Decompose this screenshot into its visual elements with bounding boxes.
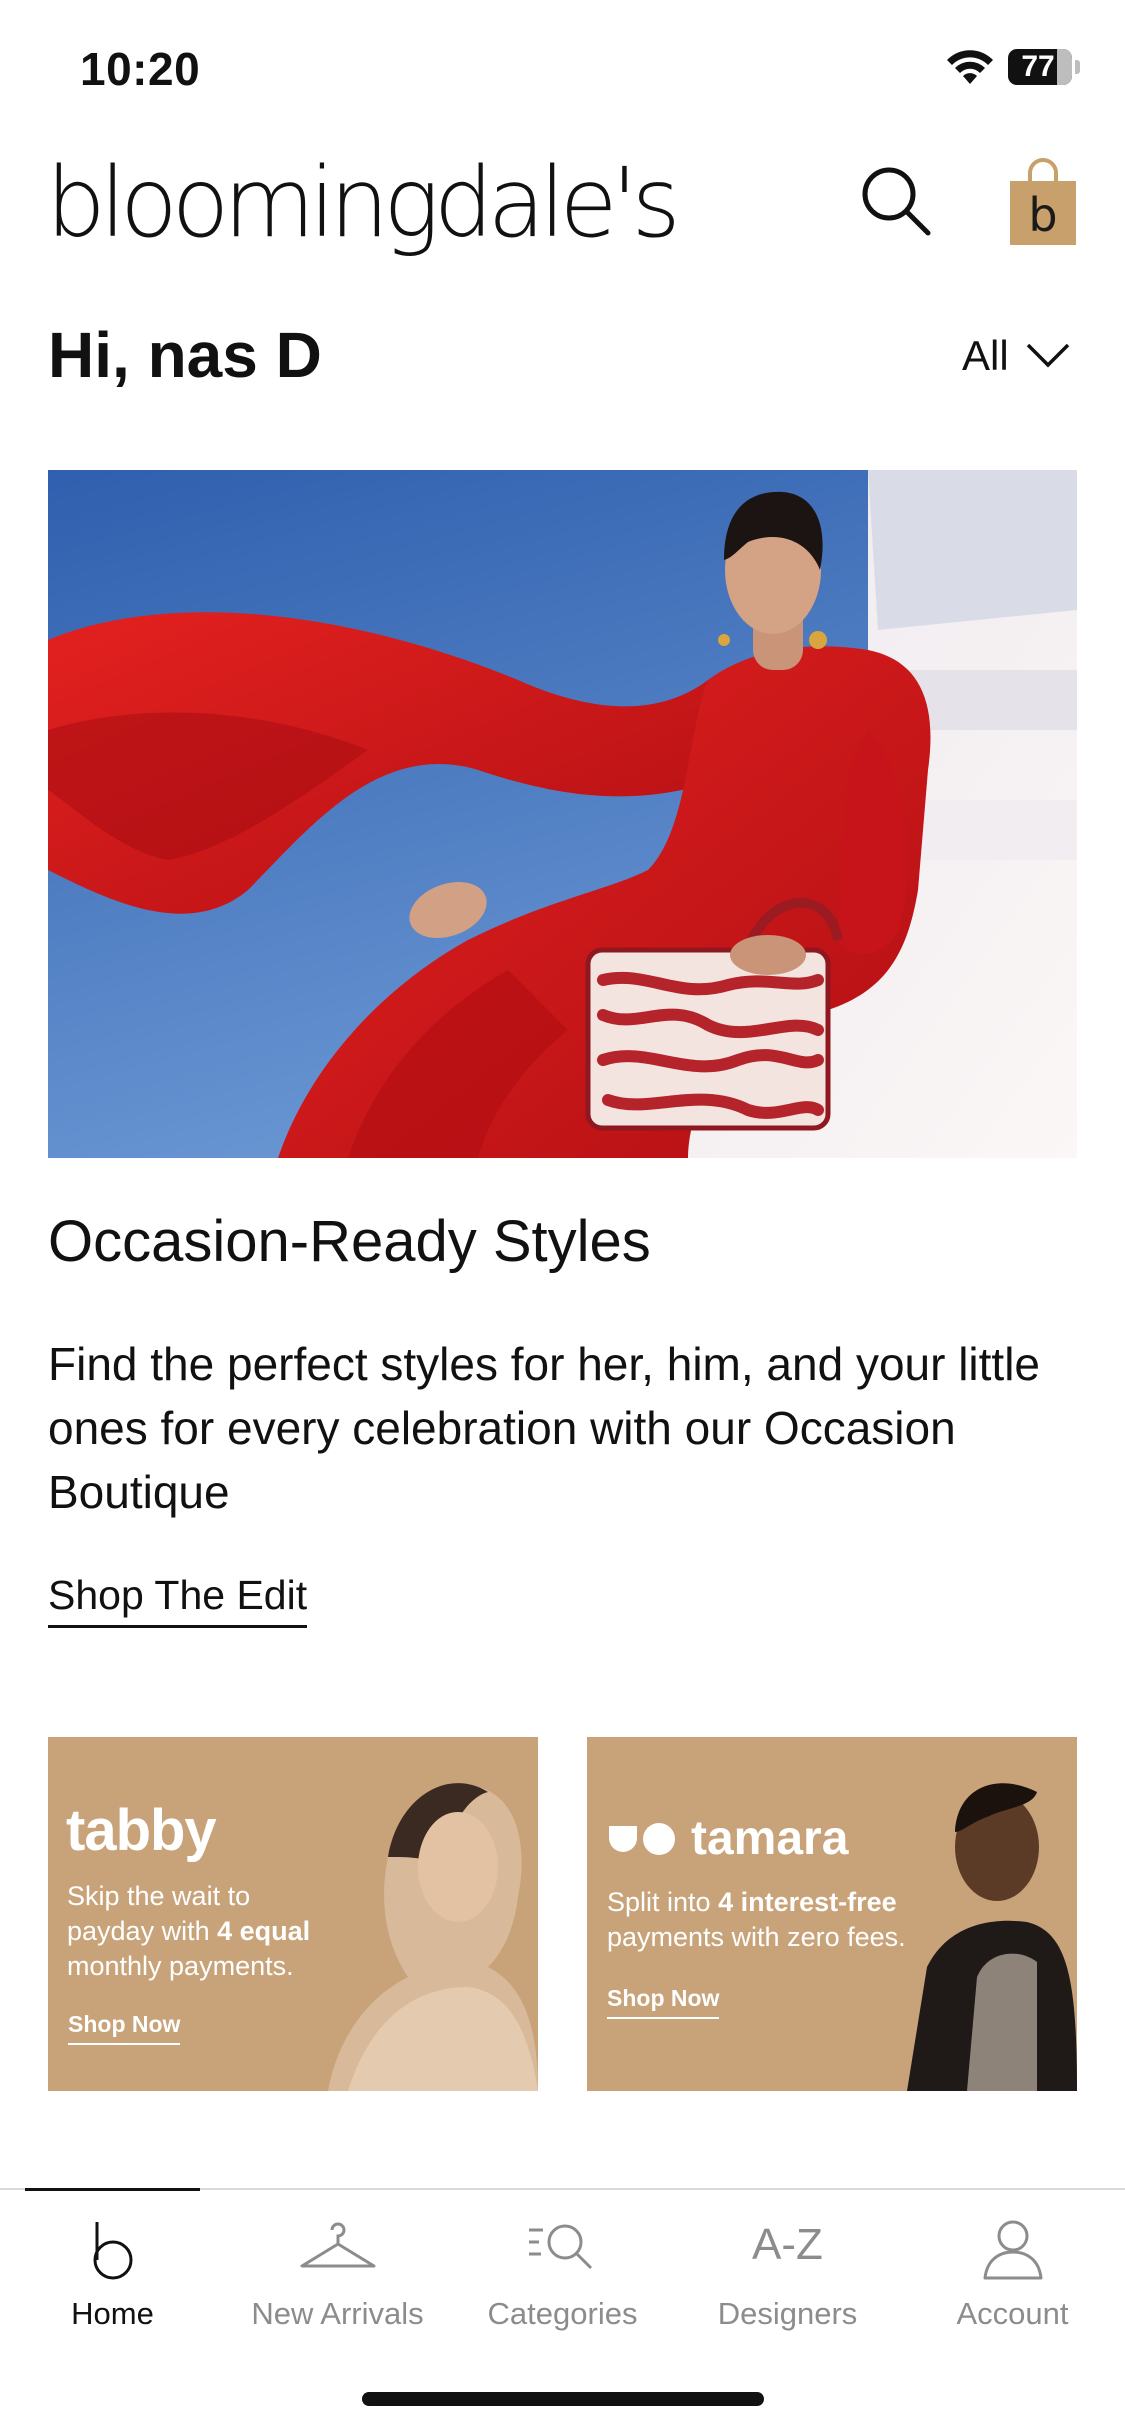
battery-icon: 77 [1008, 49, 1080, 85]
tab-label: Account [956, 2296, 1069, 2331]
battery-level: 77 [1021, 50, 1055, 83]
status-bar: 10:20 77 [0, 0, 1125, 135]
shopping-bag-button[interactable]: b [1008, 155, 1078, 247]
tab-home[interactable]: Home [0, 2190, 225, 2340]
tabby-promo-banner[interactable]: tabby Skip the wait to payday with 4 equ… [48, 1737, 538, 2091]
tabby-shop-now-link[interactable]: Shop Now [68, 2011, 181, 2045]
hanger-icon [300, 2222, 375, 2268]
tab-designers[interactable]: A-Z Designers [675, 2190, 900, 2340]
chevron-down-icon [1026, 343, 1069, 368]
tab-label: New Arrivals [251, 2296, 424, 2331]
shop-the-edit-link[interactable]: Shop The Edit [48, 1572, 308, 1628]
bloomingdales-logo[interactable]: bloomingdale's [46, 155, 681, 251]
tabby-copy: Skip the wait to payday with 4 equal mon… [67, 1881, 311, 1981]
tamara-promo-banner[interactable]: tamara Split into 4 interest-free paymen… [587, 1737, 1077, 2091]
a-z-icon: A-Z [752, 2220, 823, 2269]
tab-label: Categories [487, 2296, 638, 2331]
hero-banner-image[interactable] [48, 470, 1077, 1158]
tab-categories[interactable]: Categories [450, 2190, 675, 2340]
app-header: bloomingdale's b [0, 135, 1125, 285]
tamara-logo: tamara [607, 1812, 848, 1865]
tab-label: Designers [717, 2296, 858, 2331]
bag-letter: b [1028, 188, 1057, 242]
tab-new-arrivals[interactable]: New Arrivals [225, 2190, 450, 2340]
hero-description: Find the perfect styles for her, him, an… [48, 1338, 1041, 1518]
status-time: 10:20 [80, 43, 201, 95]
tamara-shop-now-link[interactable]: Shop Now [607, 1985, 720, 2019]
person-icon [983, 2220, 1042, 2280]
home-indicator[interactable] [362, 2392, 764, 2406]
department-filter-select[interactable]: All [962, 328, 1071, 384]
greeting-text: Hi, nas D [48, 319, 322, 391]
home-b-icon [93, 2222, 132, 2280]
tamara-mark-icon [609, 1823, 675, 1855]
shopping-bag-icon: b [1010, 158, 1076, 245]
hero-title: Occasion-Ready Styles [48, 1209, 651, 1274]
tab-label: Home [71, 2296, 154, 2331]
search-button[interactable] [858, 163, 934, 239]
tamara-copy: Split into 4 interest-free payments with… [607, 1887, 906, 1952]
categories-search-icon [528, 2224, 592, 2270]
tabby-logo: tabby [66, 1798, 217, 1863]
wifi-icon [947, 50, 993, 84]
tab-account[interactable]: Account [900, 2190, 1125, 2340]
filter-label: All [962, 332, 1009, 379]
search-icon [862, 167, 931, 236]
